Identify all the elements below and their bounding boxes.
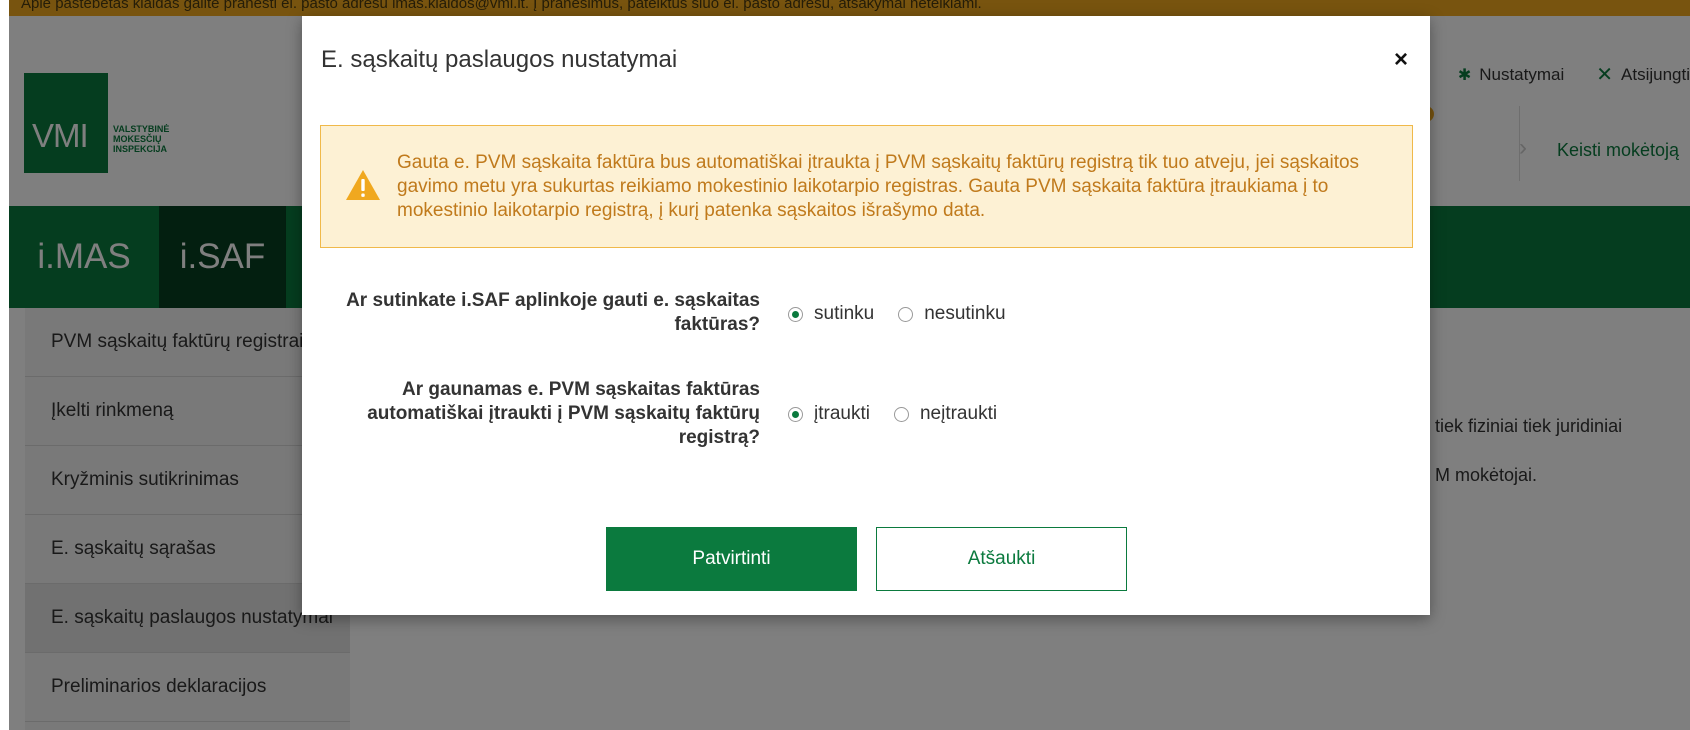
radio-disagree-circle[interactable] (898, 306, 914, 322)
left-edge (0, 0, 9, 730)
radio-agree-circle[interactable] (788, 306, 803, 322)
radio-include-label: įtraukti (814, 403, 870, 424)
radio-disagree-label: nesutinku (924, 303, 1006, 324)
settings-modal: E. sąskaitų paslaugos nustatymai × Gauta… (302, 16, 1430, 615)
question-receive-einvoices: Ar sutinkate i.SAF aplinkoje gauti e. są… (346, 290, 760, 335)
radio-exclude-circle[interactable] (893, 406, 909, 422)
radio-include[interactable]: įtraukti (788, 403, 870, 425)
cancel-button[interactable]: Atšaukti (876, 527, 1127, 591)
radio-exclude-label: neįtraukti (919, 403, 998, 424)
radio-agree-label: sutinku (814, 303, 875, 324)
radio-group-auto-include: įtraukti neįtraukti (788, 403, 1021, 425)
modal-title: E. sąskaitų paslaugos nustatymai (321, 46, 678, 73)
confirm-button[interactable]: Patvirtinti (606, 527, 857, 591)
radio-include-circle[interactable] (788, 406, 803, 422)
radio-disagree[interactable]: nesutinku (898, 303, 1006, 325)
warning-alert: Gauta e. PVM sąskaita faktūra bus automa… (320, 125, 1413, 248)
warning-icon (346, 170, 380, 200)
close-icon[interactable]: × (1394, 46, 1408, 74)
radio-group-receive-einvoices: sutinku nesutinku (788, 303, 1030, 325)
warning-alert-text: Gauta e. PVM sąskaita faktūra bus automa… (397, 152, 1360, 221)
radio-exclude[interactable]: neįtraukti (893, 403, 998, 425)
radio-agree[interactable]: sutinku (788, 303, 874, 325)
question-auto-include: Ar gaunamas e. PVM sąskaitas faktūras au… (367, 379, 760, 448)
